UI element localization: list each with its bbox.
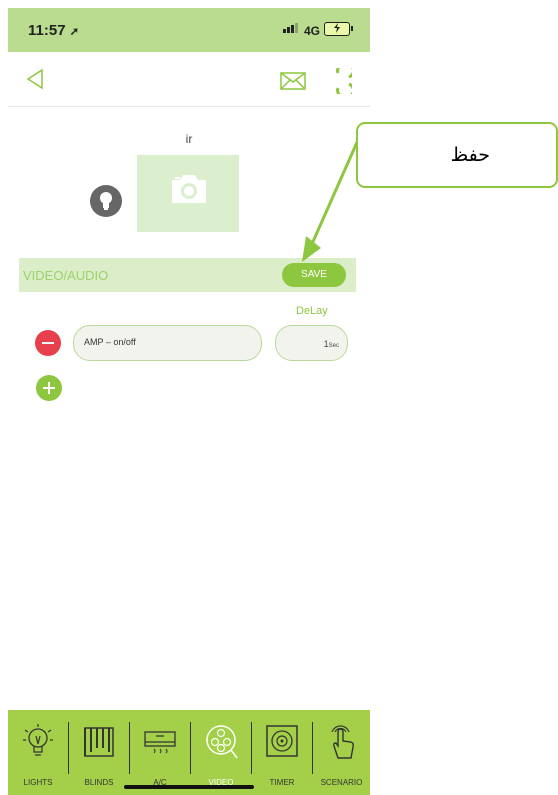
network-type: 4G <box>303 24 320 38</box>
photo-placeholder[interactable] <box>137 155 239 232</box>
lightbulb-button[interactable] <box>90 185 122 217</box>
tab-lights[interactable]: LIGHTS <box>8 710 68 795</box>
tab-blinds[interactable]: BLINDS <box>69 710 129 795</box>
annotation-arrow <box>302 139 360 262</box>
touch-hand-icon <box>330 725 354 759</box>
tab-label: LIGHTS <box>23 778 53 787</box>
tab-bar: LIGHTS BLINDS A/C VIDEO TIMER SCENARIO <box>8 710 370 795</box>
annotation-text: حفظ <box>450 144 490 166</box>
film-reel-icon <box>206 725 238 759</box>
tab-label: TIMER <box>269 778 295 787</box>
tab-video[interactable]: VIDEO <box>191 710 251 795</box>
remove-command-button[interactable] <box>35 330 61 356</box>
annotation-callout: حفظ <box>356 122 558 188</box>
navigation-bar <box>8 52 370 107</box>
add-command-button[interactable] <box>36 375 62 401</box>
phone-screen: 11:57 ➚ 4G ir VIDEO/AUDIO SAVE DeLay AMP… <box>8 8 370 795</box>
location-arrow-icon: ➚ <box>69 26 79 38</box>
tab-label: BLINDS <box>84 778 114 787</box>
section-title: VIDEO/AUDIO <box>23 268 109 283</box>
tab-scenario[interactable]: SCENARIO <box>313 710 370 795</box>
back-chevron-icon[interactable] <box>26 68 44 90</box>
air-conditioner-icon <box>144 731 176 754</box>
camera-icon <box>172 175 206 203</box>
delay-header: DeLay <box>296 305 328 317</box>
timer-icon <box>266 725 298 757</box>
lightbulb-icon <box>23 724 53 756</box>
status-bar: 11:57 ➚ 4G <box>8 8 370 52</box>
tab-timer[interactable]: TIMER <box>252 710 312 795</box>
tab-ac[interactable]: A/C <box>130 710 190 795</box>
battery-icon <box>324 22 353 36</box>
delay-value: 1Sec <box>323 339 339 349</box>
blinds-icon <box>84 727 114 757</box>
signal-icon <box>283 23 298 33</box>
status-time: 11:57 ➚ <box>28 22 79 39</box>
command-field[interactable]: AMP – on/off <box>73 325 262 361</box>
lightbulb-icon <box>100 192 112 210</box>
delay-field[interactable]: 1Sec <box>275 325 348 361</box>
command-text: AMP – on/off <box>84 337 136 347</box>
tab-label: SCENARIO <box>320 778 363 787</box>
refresh-icon[interactable] <box>334 68 352 94</box>
envelope-icon[interactable] <box>280 72 306 90</box>
home-indicator <box>124 785 254 789</box>
